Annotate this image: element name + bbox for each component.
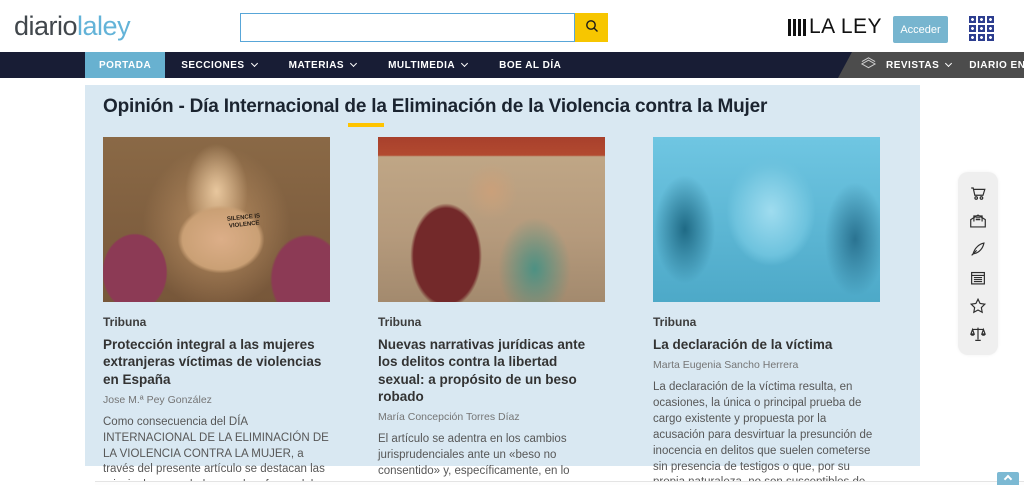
tools-sidebar: [958, 172, 998, 355]
photo-handwriting-text: SILENCE IS VIOLENCE: [220, 213, 267, 232]
next-section-edge: [95, 481, 1024, 485]
article-excerpt: Como consecuencia del DÍA INTERNACIONAL …: [103, 415, 330, 485]
search-bar: [240, 13, 608, 42]
chevron-down-icon: [945, 60, 952, 67]
la-ley-bars-icon: [788, 19, 806, 36]
magazine-icon: [860, 56, 877, 75]
article-category[interactable]: Tribuna: [653, 315, 880, 329]
nav-item-label: BOE AL DÍA: [499, 60, 561, 71]
nav-item-secciones[interactable]: SECCIONES: [165, 52, 272, 78]
la-ley-logo: LA LEY: [788, 15, 882, 39]
nav-item-label: DIARIO EN LEGALTECA: [969, 60, 1024, 71]
open-book-icon[interactable]: [967, 210, 989, 232]
navbar-left: PORTADA SECCIONES MATERIAS MULTIMEDIA BO…: [85, 52, 577, 78]
article-title[interactable]: Protección integral a las mujeres extran…: [103, 336, 330, 388]
star-icon[interactable]: [967, 295, 989, 317]
article-author: María Concepción Torres Díaz: [378, 411, 605, 423]
article-excerpt: La declaración de la víctima resulta, en…: [653, 380, 880, 485]
nav-item-diario-en-legalteca[interactable]: DIARIO EN LEGALTECA: [960, 60, 1024, 71]
nav-item-revistas[interactable]: REVISTAS: [877, 60, 960, 71]
nav-item-boe-al-dia[interactable]: BOE AL DÍA: [483, 52, 577, 78]
quill-icon[interactable]: [967, 238, 989, 260]
back-to-top-button[interactable]: [997, 472, 1019, 485]
nav-item-label: PORTADA: [99, 60, 151, 71]
article-category[interactable]: Tribuna: [378, 315, 605, 329]
chevron-down-icon: [461, 60, 468, 67]
article-image-kiss[interactable]: [378, 137, 605, 302]
main-navbar: PORTADA SECCIONES MATERIAS MULTIMEDIA BO…: [0, 52, 1024, 78]
article-card-2[interactable]: Tribuna Nuevas narrativas jurídicas ante…: [378, 137, 605, 485]
opinion-section-panel: Opinión - Día Internacional de la Elimin…: [85, 85, 920, 466]
article-author: Jose M.ª Pey González: [103, 394, 330, 406]
article-title[interactable]: La declaración de la víctima: [653, 336, 880, 353]
chevron-down-icon: [350, 60, 357, 67]
article-image-silence[interactable]: SILENCE IS VIOLENCE: [103, 137, 330, 302]
nav-item-multimedia[interactable]: MULTIMEDIA: [372, 52, 483, 78]
chevron-down-icon: [251, 60, 258, 67]
nav-item-label: MULTIMEDIA: [388, 60, 455, 71]
article-excerpt: El artículo se adentra en los cambios ju…: [378, 432, 605, 485]
article-author: Marta Eugenia Sancho Herrera: [653, 359, 880, 371]
search-icon: [584, 18, 600, 37]
scales-icon[interactable]: [967, 323, 989, 345]
chevron-up-icon: [1004, 475, 1012, 483]
cart-icon[interactable]: [967, 182, 989, 204]
article-cards: SILENCE IS VIOLENCE Tribuna Protección i…: [103, 137, 880, 485]
nav-item-materias[interactable]: MATERIAS: [273, 52, 372, 78]
diariolaley-logo[interactable]: diariolaley: [14, 11, 130, 42]
navbar-right: REVISTAS DIARIO EN LEGALTECA: [838, 52, 1024, 78]
logo-part-laley: laley: [77, 11, 130, 41]
article-card-1[interactable]: SILENCE IS VIOLENCE Tribuna Protección i…: [103, 137, 330, 485]
section-title: Opinión - Día Internacional de la Elimin…: [103, 96, 767, 118]
article-category[interactable]: Tribuna: [103, 315, 330, 329]
search-input[interactable]: [240, 13, 575, 42]
la-ley-wordmark: LA LEY: [809, 15, 882, 39]
article-title[interactable]: Nuevas narrativas jurídicas ante los del…: [378, 336, 605, 405]
search-button[interactable]: [575, 13, 608, 42]
acceder-button[interactable]: Acceder: [893, 16, 948, 43]
agenda-icon[interactable]: [967, 267, 989, 289]
nav-item-label: MATERIAS: [289, 60, 344, 71]
apps-grid-icon[interactable]: [969, 16, 994, 41]
diario-la-ley-page: diariolaley LA LEY Acceder PORTADA SECC: [0, 0, 1024, 485]
nav-item-portada[interactable]: PORTADA: [85, 52, 165, 78]
article-image-portrait[interactable]: [653, 137, 880, 302]
nav-item-label: REVISTAS: [886, 60, 939, 71]
logo-part-diario: diario: [14, 11, 77, 41]
header: diariolaley LA LEY Acceder: [0, 0, 1024, 52]
article-card-3[interactable]: Tribuna La declaración de la víctima Mar…: [653, 137, 880, 485]
yellow-accent-bar: [348, 123, 384, 127]
nav-item-label: SECCIONES: [181, 60, 244, 71]
